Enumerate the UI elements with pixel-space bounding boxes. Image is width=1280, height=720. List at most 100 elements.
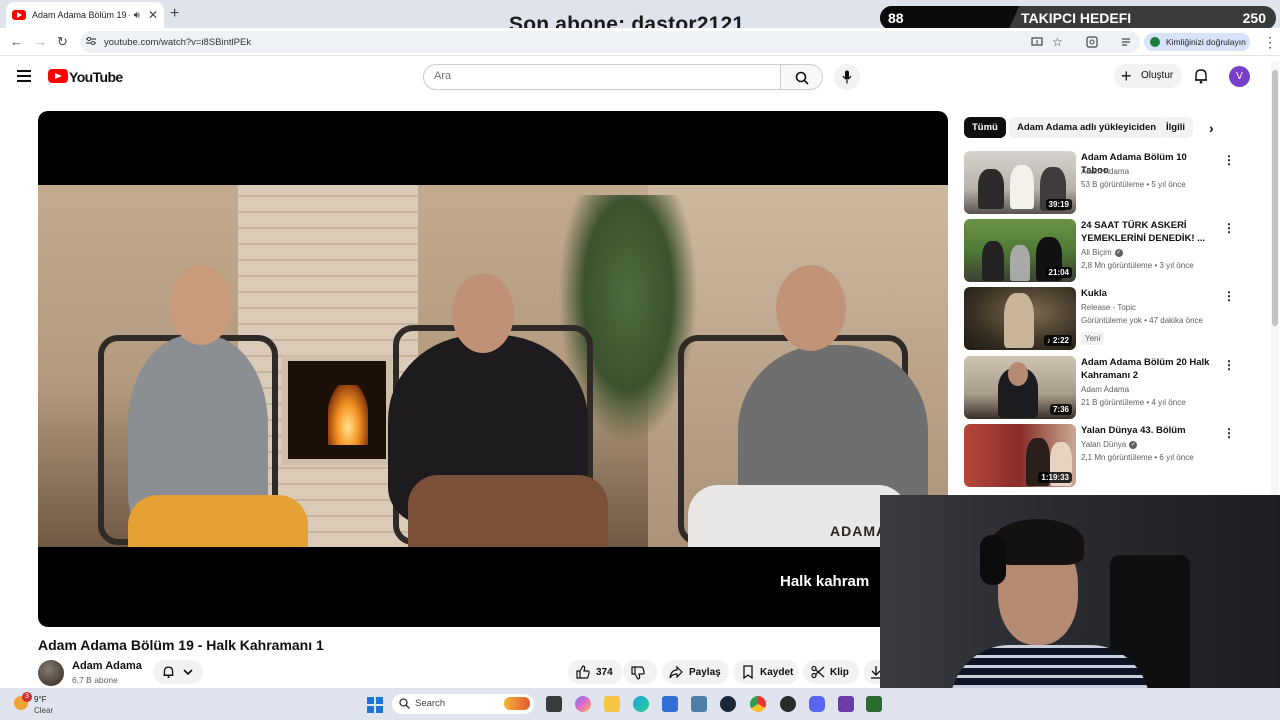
subscription-notification-button[interactable] [153, 660, 203, 684]
recommendation-item[interactable]: 1:19:33 Yalan Dünya 43. Bölüm Yalan Düny… [964, 424, 1235, 488]
recommendation-title[interactable]: 24 SAAT TÜRK ASKERİ YEMEKLERİNİ DENEDİK!… [1081, 219, 1213, 245]
recommendation-channel-row[interactable]: Yalan Dünya ✓ [1081, 440, 1138, 449]
copilot-icon[interactable] [575, 696, 591, 712]
speaker-icon[interactable]: 🔊︎ [134, 10, 140, 21]
recommendation-item[interactable]: ♪ 2:22 Kukla Release - Topic Görüntüleme… [964, 287, 1235, 351]
video-player[interactable]: ADAMA Halk kahram [38, 111, 948, 627]
video-watermark: ADAMA [830, 523, 888, 539]
new-tab-icon[interactable]: + [170, 5, 179, 23]
hamburger-menu-icon[interactable] [17, 70, 31, 82]
thumbnail-figure [1010, 245, 1030, 281]
more-actions-icon[interactable]: ⋮ [1223, 221, 1235, 235]
save-label: Kaydet [760, 667, 794, 678]
media-controls-icon[interactable] [1121, 36, 1133, 48]
recommendation-item[interactable]: 7:36 Adam Adama Bölüm 20 Halk Kahramanı … [964, 356, 1235, 420]
search-icon [795, 71, 809, 85]
google-lens-icon[interactable] [1086, 36, 1098, 48]
discord-icon[interactable] [809, 696, 825, 712]
video-person-head [170, 265, 232, 345]
taskbar-search-icon [399, 698, 410, 709]
video-title: Adam Adama Bölüm 19 - Halk Kahramanı 1 [38, 637, 324, 653]
user-avatar[interactable]: V [1229, 66, 1250, 87]
tab-title: Adam Adama Bölüm 19 - H [32, 10, 130, 20]
app-icon[interactable] [691, 696, 707, 712]
back-icon[interactable]: ← [10, 34, 23, 49]
video-thumbnail[interactable]: 7:36 [964, 356, 1076, 419]
verified-check-icon: ✓ [1114, 248, 1123, 257]
chevron-right-icon[interactable]: › [1209, 120, 1214, 136]
follower-goal-bar: 88 TAKIPCI HEDEFI 250 [880, 6, 1276, 30]
recommendation-title[interactable]: Adam Adama Bölüm 20 Halk Kahramanı 2 [1081, 356, 1213, 382]
follower-goal-label: TAKIPCI HEDEFI [1021, 10, 1132, 26]
recommendation-item[interactable]: 21:04 24 SAAT TÜRK ASKERİ YEMEKLERİNİ DE… [964, 219, 1235, 283]
forward-icon[interactable]: → [34, 34, 47, 49]
recommendation-channel[interactable]: Yalan Dünya [1081, 440, 1126, 449]
notifications-bell-icon[interactable] [1193, 68, 1209, 84]
search-input[interactable] [434, 70, 754, 82]
more-actions-icon[interactable]: ⋮ [1223, 426, 1235, 440]
reload-icon[interactable]: ↻ [57, 34, 68, 50]
chip-all[interactable]: Tümü [964, 117, 1006, 138]
task-view-icon[interactable] [546, 696, 562, 712]
search-highlight-icon [504, 697, 530, 710]
video-person-legs [128, 495, 308, 547]
video-duration: 7:36 [1049, 404, 1072, 415]
close-tab-icon[interactable]: ✕ [148, 8, 158, 22]
recommendation-channel[interactable]: Adam Adama [1081, 167, 1129, 176]
follower-current-count: 88 [888, 10, 904, 26]
recommendation-title[interactable]: Yalan Dünya 43. Bölüm [1081, 424, 1213, 437]
voice-search-button[interactable] [834, 64, 860, 90]
youtube-favicon-icon [12, 10, 26, 20]
taskbar-search-label[interactable]: Search [415, 698, 445, 709]
thumbnail-figure [1008, 362, 1028, 386]
youtube-logo-icon[interactable] [48, 69, 68, 83]
video-subtitle: Halk kahram [780, 573, 870, 590]
video-duration: 39:19 [1045, 199, 1072, 210]
recommendation-title[interactable]: Kukla [1081, 287, 1213, 300]
file-explorer-icon[interactable] [604, 696, 620, 712]
more-actions-icon[interactable]: ⋮ [1223, 289, 1235, 303]
chrome-icon[interactable] [750, 696, 766, 712]
weather-condition[interactable]: Clear [34, 706, 53, 715]
bookmark-star-icon[interactable]: ☆ [1052, 35, 1063, 49]
video-person-head [452, 273, 514, 353]
video-thumbnail[interactable]: ♪ 2:22 [964, 287, 1076, 350]
recommendation-channel-row[interactable]: Ali Biçim ✓ [1081, 248, 1123, 257]
steam-icon[interactable] [720, 696, 736, 712]
start-menu-icon[interactable] [367, 697, 383, 713]
site-info-icon[interactable] [86, 36, 96, 46]
app-icon[interactable] [838, 696, 854, 712]
thumbnail-figure [982, 241, 1004, 281]
channel-name[interactable]: Adam Adama [72, 660, 142, 672]
chip-from-uploader[interactable]: Adam Adama adlı yükleyiciden [1009, 117, 1165, 138]
more-actions-icon[interactable]: ⋮ [1223, 358, 1235, 372]
weather-temperature[interactable]: 9°F [34, 695, 47, 704]
video-frame [38, 185, 948, 547]
app-icon[interactable] [866, 696, 882, 712]
thumbs-up-icon [576, 665, 590, 679]
verified-check-icon: ✓ [1129, 440, 1138, 449]
more-actions-icon[interactable]: ⋮ [1223, 153, 1235, 167]
obs-icon[interactable] [780, 696, 796, 712]
recommendation-channel[interactable]: Adam Adama [1081, 385, 1129, 394]
channel-avatar[interactable] [38, 660, 64, 686]
install-app-icon[interactable] [1031, 36, 1043, 48]
recommendation-meta: 2,1 Mn görüntüleme • 6 yıl önce [1081, 453, 1194, 462]
share-icon [669, 665, 683, 679]
recommendation-channel[interactable]: Release - Topic [1081, 303, 1136, 312]
browser-tab[interactable]: Adam Adama Bölüm 19 - H 🔊︎ ✕ [6, 2, 164, 28]
recommendation-channel[interactable]: Ali Biçim [1081, 248, 1112, 257]
video-thumbnail[interactable]: 39:19 [964, 151, 1076, 214]
video-thumbnail[interactable]: 21:04 [964, 219, 1076, 282]
edge-browser-icon[interactable] [633, 696, 649, 712]
microsoft-store-icon[interactable] [662, 696, 678, 712]
thumbs-down-icon [631, 666, 645, 680]
chip-related[interactable]: İlgili [1158, 117, 1193, 138]
page-scrollbar-thumb[interactable] [1272, 70, 1278, 326]
recommendation-item[interactable]: 39:19 Adam Adama Bölüm 10 Taboo Adam Ada… [964, 151, 1235, 215]
search-button[interactable] [781, 64, 823, 90]
youtube-logo-text[interactable]: YouTube [69, 69, 123, 85]
video-thumbnail[interactable]: 1:19:33 [964, 424, 1076, 487]
recommendation-meta: 21 B görüntüleme • 4 yıl önce [1081, 398, 1186, 407]
browser-menu-icon[interactable]: ⋮ [1263, 34, 1277, 51]
